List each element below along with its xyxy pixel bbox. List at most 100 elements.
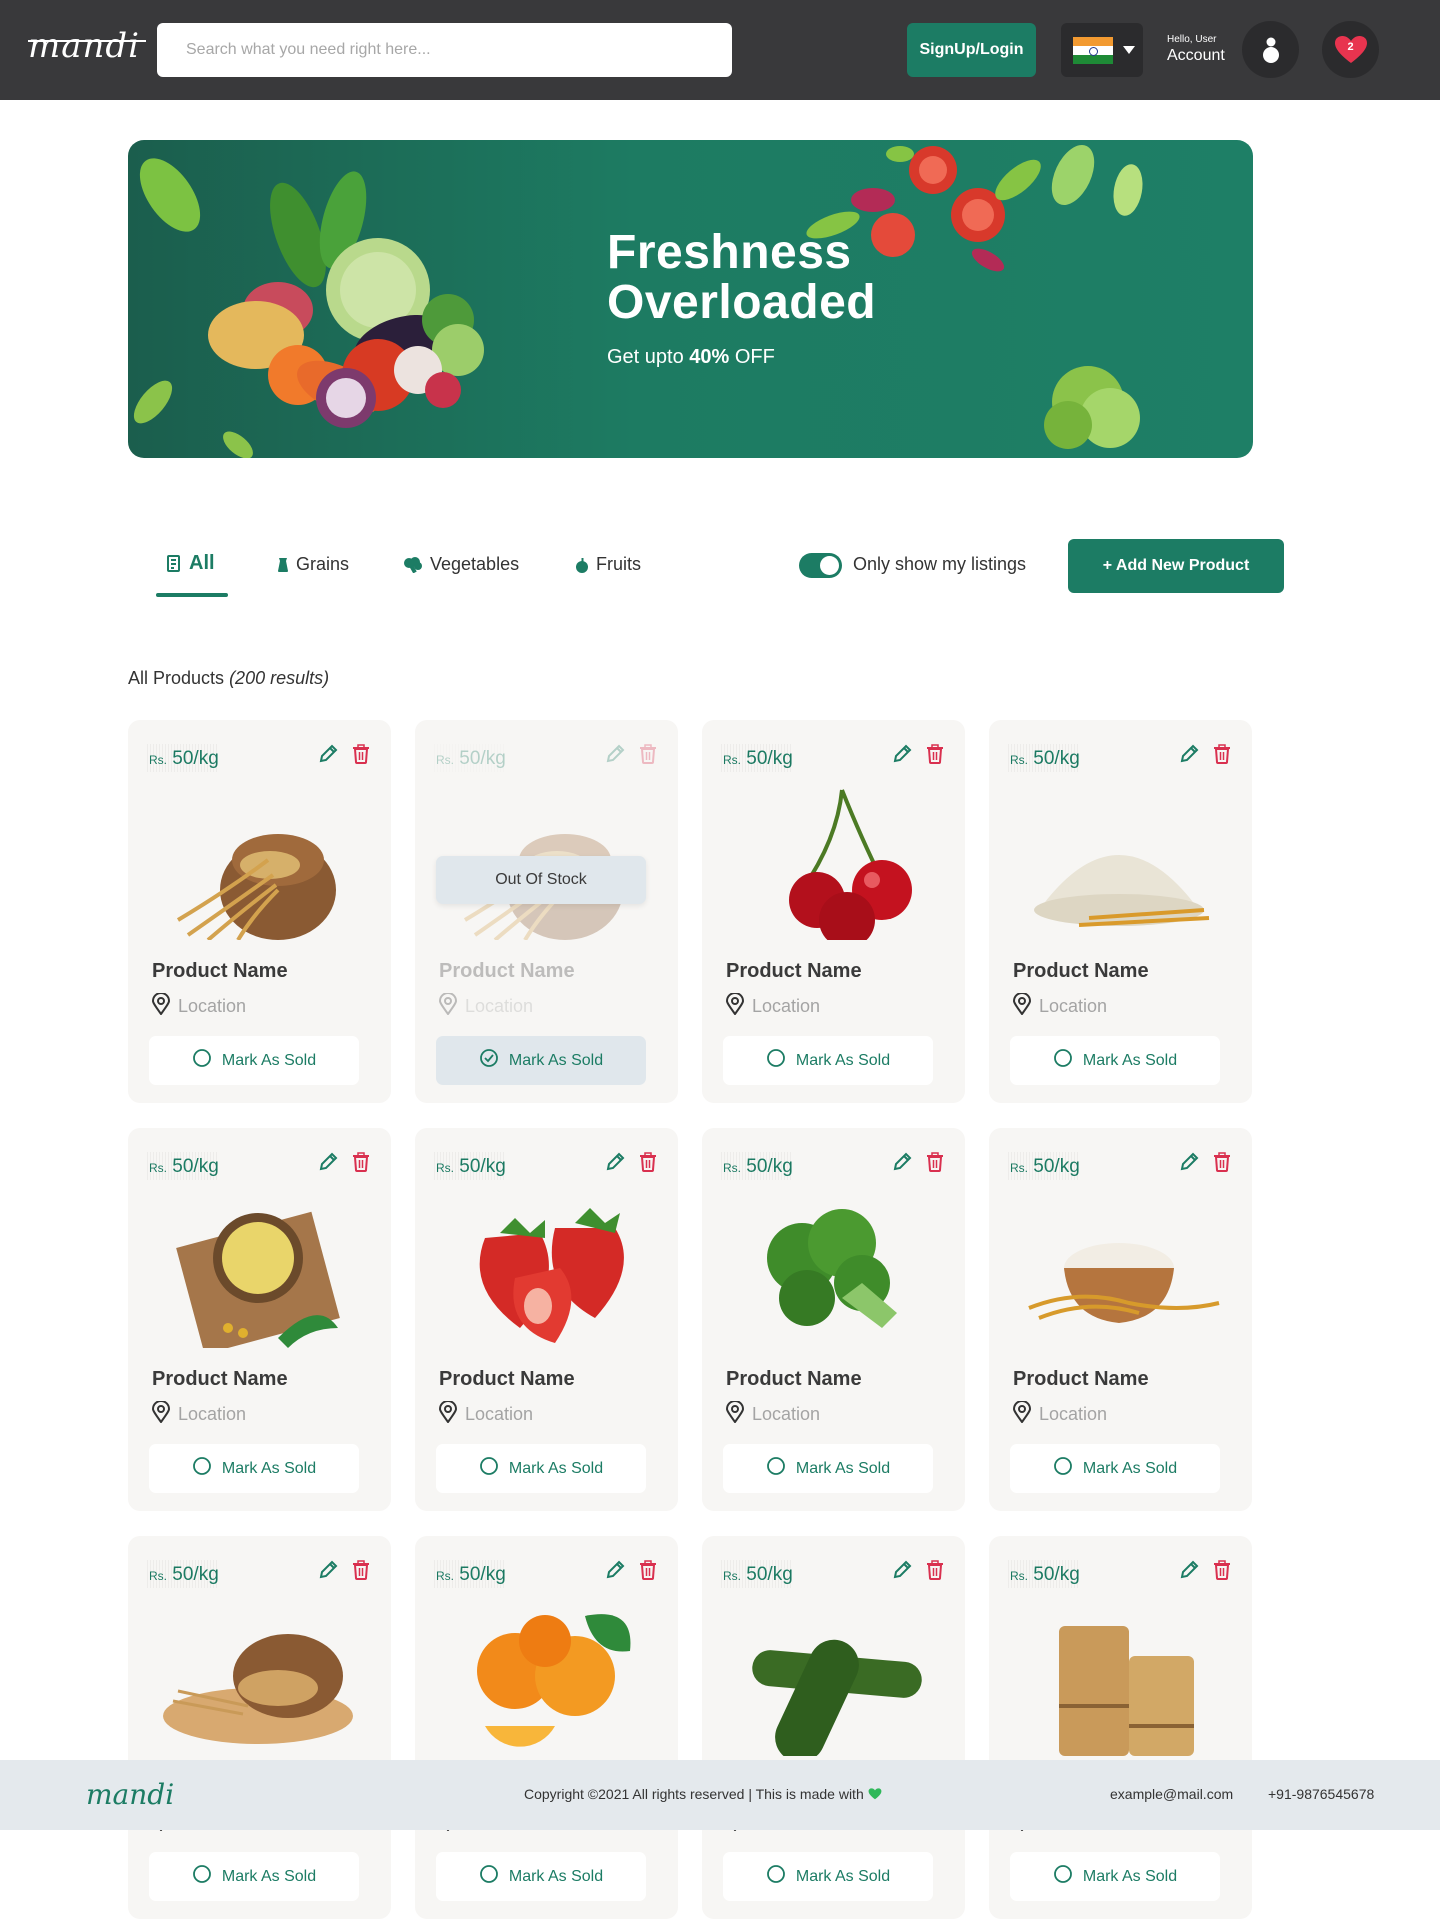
tab-fruits[interactable]: Fruits	[575, 554, 641, 575]
product-card[interactable]: Rs. 50/kg Out Of Stock Product Name Locatio…	[415, 720, 678, 1103]
wishlist-count-badge: 2	[1347, 41, 1354, 53]
product-card[interactable]: Rs. 50/kgProduct NameLocationMark As Sol…	[989, 1128, 1252, 1511]
product-name[interactable]: Product Name	[439, 960, 575, 983]
product-card[interactable]: Rs. 50/kgProduct NameLocationMark As Sol…	[128, 1536, 391, 1919]
account-greeting: Hello, User	[1167, 34, 1217, 45]
footer-phone[interactable]: +91-9876545678	[1268, 1786, 1374, 1802]
product-price: Rs. 50/kg	[434, 1560, 506, 1588]
product-name[interactable]: Product Name	[152, 960, 288, 983]
product-card[interactable]: Rs. 50/kgProduct NameLocationMark As Sol…	[702, 1536, 965, 1919]
edit-pencil-icon[interactable]	[605, 1560, 625, 1585]
delete-trash-icon[interactable]	[639, 1560, 657, 1585]
footer-email[interactable]: example@mail.com	[1110, 1786, 1233, 1802]
logo[interactable]: mandi	[28, 26, 147, 66]
product-card[interactable]: Rs. 50/kgProduct NameLocationMark As Sol…	[128, 1128, 391, 1511]
delete-trash-icon[interactable]	[1213, 744, 1231, 769]
edit-pencil-icon[interactable]	[605, 744, 625, 769]
delete-trash-icon[interactable]	[639, 1152, 657, 1177]
product-name[interactable]: Product Name	[152, 1368, 288, 1391]
broccoli-icon	[404, 556, 422, 573]
mark-as-sold-button[interactable]: Mark As Sold	[1010, 1444, 1220, 1493]
account-label: Account	[1167, 47, 1225, 64]
product-card[interactable]: Rs. 50/kgProduct NameLocationMark As Sol…	[989, 720, 1252, 1103]
tab-label: All	[189, 552, 215, 574]
product-card[interactable]: Rs. 50/kgProduct NameLocationMark As Sol…	[415, 1536, 678, 1919]
product-name[interactable]: Product Name	[1013, 960, 1149, 983]
edit-pencil-icon[interactable]	[892, 1560, 912, 1585]
promo-banner[interactable]: Freshness Overloaded Get upto 40% OFF	[128, 140, 1253, 458]
caret-down-icon	[1123, 46, 1135, 54]
circle-icon	[479, 1864, 499, 1889]
tab-grains[interactable]: Grains	[277, 554, 349, 575]
edit-pencil-icon[interactable]	[1179, 744, 1199, 769]
country-selector[interactable]	[1061, 23, 1143, 77]
user-icon	[1262, 37, 1279, 63]
product-card[interactable]: Rs. 50/kgProduct NameLocationMark As Sol…	[128, 720, 391, 1103]
product-price: Rs. 50/kg	[1008, 1152, 1080, 1180]
delete-trash-icon[interactable]	[1213, 1560, 1231, 1585]
product-image-strawberries	[479, 1208, 624, 1343]
edit-pencil-icon[interactable]	[892, 1152, 912, 1177]
product-card[interactable]: Rs. 50/kg Product Name Location Mark As Sol…	[702, 1128, 965, 1511]
mark-as-sold-button[interactable]: Mark As Sold	[149, 1036, 359, 1085]
mark-as-sold-button[interactable]: Mark As Sold	[1010, 1852, 1220, 1901]
product-location: Location	[725, 1400, 820, 1428]
product-image-broccoli	[767, 1209, 897, 1328]
product-image-rice-flour	[1028, 1243, 1220, 1323]
delete-trash-icon[interactable]	[926, 744, 944, 769]
delete-trash-icon[interactable]	[926, 1560, 944, 1585]
product-price: Rs. 50/kg	[721, 1560, 793, 1588]
tab-vegetables[interactable]: Vegetables	[403, 554, 519, 575]
search-input[interactable]	[157, 23, 732, 77]
edit-pencil-icon[interactable]	[892, 744, 912, 769]
mark-as-sold-button[interactable]: Mark As Sold	[1010, 1036, 1220, 1085]
delete-trash-icon[interactable]	[926, 1152, 944, 1177]
tab-all[interactable]: All	[167, 552, 215, 575]
delete-trash-icon[interactable]	[352, 744, 370, 769]
mark-as-sold-button[interactable]: Mark As Sold	[723, 1444, 933, 1493]
location-pin-icon	[725, 992, 745, 1020]
account-menu[interactable]: Hello, User Account	[1167, 34, 1225, 66]
circle-icon	[192, 1048, 212, 1073]
product-name[interactable]: Product Name	[1013, 1368, 1149, 1391]
mark-as-sold-button[interactable]: Mark As Sold	[723, 1852, 933, 1901]
product-card[interactable]: Rs. 50/kgProduct NameLocationMark As Sol…	[989, 1536, 1252, 1919]
product-name[interactable]: Product Name	[439, 1368, 575, 1391]
location-pin-icon	[1012, 1400, 1032, 1428]
product-card[interactable]: Rs. 50/kgProduct NameLocationMark As Sol…	[702, 720, 965, 1103]
delete-trash-icon[interactable]	[639, 744, 657, 769]
product-name[interactable]: Product Name	[726, 1368, 862, 1391]
wishlist-button[interactable]: 2	[1322, 21, 1379, 78]
add-new-product-button[interactable]: + Add New Product	[1068, 539, 1284, 593]
mark-as-sold-button[interactable]: Mark As Sold	[436, 1444, 646, 1493]
delete-trash-icon[interactable]	[1213, 1152, 1231, 1177]
mark-as-sold-button[interactable]: Mark As Sold	[723, 1036, 933, 1085]
user-avatar-button[interactable]	[1242, 21, 1299, 78]
signup-login-button[interactable]: SignUp/Login	[907, 23, 1036, 77]
product-name[interactable]: Product Name	[726, 960, 862, 983]
product-price: Rs. 50/kg	[721, 1152, 793, 1180]
delete-trash-icon[interactable]	[352, 1560, 370, 1585]
circle-icon	[1053, 1456, 1073, 1481]
edit-pencil-icon[interactable]	[318, 744, 338, 769]
delete-trash-icon[interactable]	[352, 1152, 370, 1177]
edit-pencil-icon[interactable]	[1179, 1152, 1199, 1177]
product-price: Rs. 50/kg	[147, 1560, 219, 1588]
product-location: Location	[725, 992, 820, 1020]
apple-icon	[576, 557, 588, 573]
mark-as-sold-button[interactable]: Mark As Sold	[436, 1036, 646, 1085]
mark-as-sold-button[interactable]: Mark As Sold	[436, 1852, 646, 1901]
mark-as-sold-button[interactable]: Mark As Sold	[149, 1852, 359, 1901]
my-listings-toggle[interactable]	[799, 553, 842, 578]
edit-pencil-icon[interactable]	[605, 1152, 625, 1177]
tab-label: Fruits	[596, 554, 641, 574]
edit-pencil-icon[interactable]	[1179, 1560, 1199, 1585]
footer-logo[interactable]: mandi	[86, 1778, 174, 1811]
product-card[interactable]: Rs. 50/kgProduct NameLocationMark As Sol…	[415, 1128, 678, 1511]
edit-pencil-icon[interactable]	[318, 1152, 338, 1177]
mark-as-sold-button[interactable]: Mark As Sold	[149, 1444, 359, 1493]
edit-pencil-icon[interactable]	[318, 1560, 338, 1585]
circle-icon	[766, 1048, 786, 1073]
product-price: Rs. 50/kg	[1008, 744, 1080, 772]
circle-icon	[192, 1456, 212, 1481]
